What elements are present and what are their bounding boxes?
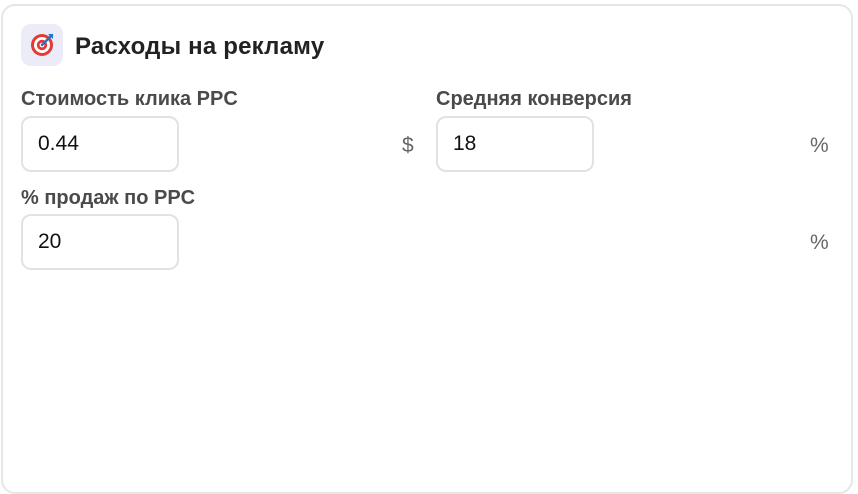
ppc-sales-label: % продаж по PPC	[21, 187, 196, 209]
conversion-unit: %	[810, 134, 829, 157]
panel-title: Расходы на рекламу	[75, 33, 325, 60]
cpc-input[interactable]	[21, 116, 179, 172]
cpc-unit: $	[402, 134, 414, 157]
target-icon	[21, 24, 63, 66]
ad-spend-panel: Расходы на рекламу Стоимость клика PPC $…	[1, 4, 853, 494]
conversion-label: Средняя конверсия	[436, 88, 632, 110]
conversion-input[interactable]	[436, 116, 594, 172]
ppc-sales-unit: %	[810, 231, 829, 254]
ppc-sales-input[interactable]	[21, 214, 179, 270]
cpc-label: Стоимость клика PPC	[21, 88, 238, 110]
